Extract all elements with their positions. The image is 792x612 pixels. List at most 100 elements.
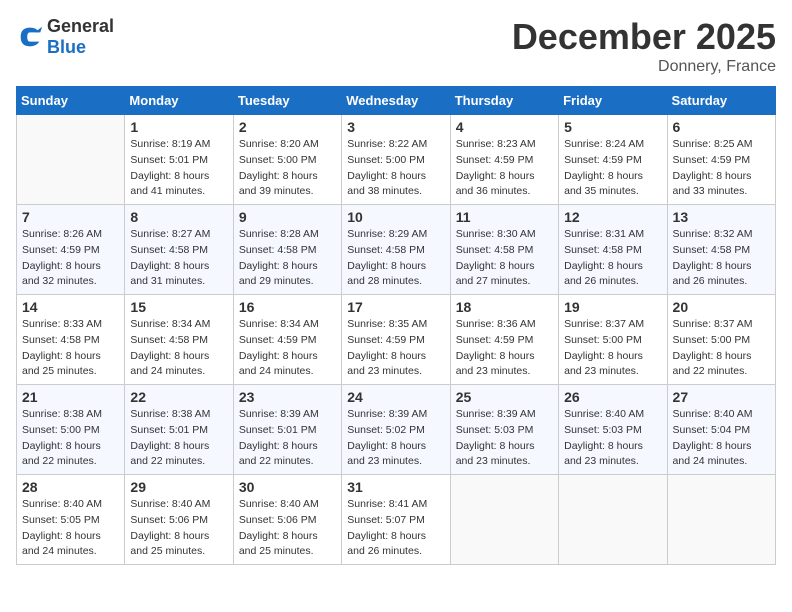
- day-number: 7: [22, 209, 119, 225]
- day-info: Sunrise: 8:40 AMSunset: 5:03 PMDaylight:…: [564, 407, 661, 470]
- day-number: 24: [347, 389, 444, 405]
- calendar-day-cell: 29Sunrise: 8:40 AMSunset: 5:06 PMDayligh…: [125, 475, 233, 565]
- calendar-week-row: 7 Sunrise: 8:26 AMSunset: 4:59 PMDaylight…: [17, 205, 776, 295]
- day-info: Sunrise: 8:26 AMSunset: 4:59 PMDaylight:…: [22, 227, 119, 290]
- day-info: Sunrise: 8:35 AMSunset: 4:59 PMDaylight:…: [347, 317, 444, 380]
- day-number: 26: [564, 389, 661, 405]
- calendar-day-cell: 23 Sunrise: 8:39 AMSunset: 5:01 PMDayligh…: [233, 385, 341, 475]
- calendar-week-row: 14 Sunrise: 8:33 AMSunset: 4:58 PMDayligh…: [17, 295, 776, 385]
- day-info: Sunrise: 8:20 AMSunset: 5:00 PMDaylight:…: [239, 137, 336, 200]
- calendar-day-cell: 1Sunrise: 8:19 AMSunset: 5:01 PMDaylight…: [125, 115, 233, 205]
- day-info: Sunrise: 8:39 AMSunset: 5:02 PMDaylight:…: [347, 407, 444, 470]
- day-info: Sunrise: 8:33 AMSunset: 4:58 PMDaylight:…: [22, 317, 119, 380]
- day-info: Sunrise: 8:40 AMSunset: 5:05 PMDaylight:…: [22, 497, 119, 560]
- calendar-day-cell: [450, 475, 558, 565]
- location-title: Donnery, France: [512, 58, 776, 76]
- calendar-day-cell: 13 Sunrise: 8:32 AMSunset: 4:58 PMDayligh…: [667, 205, 775, 295]
- day-info: Sunrise: 8:37 AMSunset: 5:00 PMDaylight:…: [673, 317, 770, 380]
- calendar-day-cell: 28 Sunrise: 8:40 AMSunset: 5:05 PMDayligh…: [17, 475, 125, 565]
- day-number: 21: [22, 389, 119, 405]
- calendar-table: SundayMondayTuesdayWednesdayThursdayFrid…: [16, 86, 776, 565]
- calendar-weekday-saturday: Saturday: [667, 87, 775, 115]
- day-number: 9: [239, 209, 336, 225]
- calendar-day-cell: 18 Sunrise: 8:36 AMSunset: 4:59 PMDayligh…: [450, 295, 558, 385]
- day-number: 10: [347, 209, 444, 225]
- calendar-day-cell: 7 Sunrise: 8:26 AMSunset: 4:59 PMDaylight…: [17, 205, 125, 295]
- day-number: 4: [456, 119, 553, 135]
- calendar-weekday-tuesday: Tuesday: [233, 87, 341, 115]
- day-info: Sunrise: 8:40 AMSunset: 5:06 PMDaylight:…: [239, 497, 336, 560]
- day-info: Sunrise: 8:23 AMSunset: 4:59 PMDaylight:…: [456, 137, 553, 200]
- calendar-day-cell: 16 Sunrise: 8:34 AMSunset: 4:59 PMDayligh…: [233, 295, 341, 385]
- calendar-day-cell: 9Sunrise: 8:28 AMSunset: 4:58 PMDaylight…: [233, 205, 341, 295]
- day-number: 23: [239, 389, 336, 405]
- calendar-day-cell: 14 Sunrise: 8:33 AMSunset: 4:58 PMDayligh…: [17, 295, 125, 385]
- day-info: Sunrise: 8:22 AMSunset: 5:00 PMDaylight:…: [347, 137, 444, 200]
- day-info: Sunrise: 8:38 AMSunset: 5:00 PMDaylight:…: [22, 407, 119, 470]
- logo-blue-text: Blue: [47, 37, 86, 57]
- calendar-day-cell: 24 Sunrise: 8:39 AMSunset: 5:02 PMDayligh…: [342, 385, 450, 475]
- calendar-weekday-wednesday: Wednesday: [342, 87, 450, 115]
- calendar-day-cell: 10 Sunrise: 8:29 AMSunset: 4:58 PMDayligh…: [342, 205, 450, 295]
- calendar-day-cell: 12Sunrise: 8:31 AMSunset: 4:58 PMDayligh…: [559, 205, 667, 295]
- day-number: 19: [564, 299, 661, 315]
- calendar-weekday-sunday: Sunday: [17, 87, 125, 115]
- calendar-day-cell: 27 Sunrise: 8:40 AMSunset: 5:04 PMDayligh…: [667, 385, 775, 475]
- day-info: Sunrise: 8:41 AMSunset: 5:07 PMDaylight:…: [347, 497, 444, 560]
- day-number: 28: [22, 479, 119, 495]
- day-info: Sunrise: 8:24 AMSunset: 4:59 PMDaylight:…: [564, 137, 661, 200]
- day-number: 2: [239, 119, 336, 135]
- day-number: 8: [130, 209, 227, 225]
- day-number: 16: [239, 299, 336, 315]
- day-number: 6: [673, 119, 770, 135]
- month-title: December 2025: [512, 16, 776, 58]
- calendar-day-cell: 25 Sunrise: 8:39 AMSunset: 5:03 PMDayligh…: [450, 385, 558, 475]
- day-number: 13: [673, 209, 770, 225]
- day-info: Sunrise: 8:39 AMSunset: 5:03 PMDaylight:…: [456, 407, 553, 470]
- day-number: 17: [347, 299, 444, 315]
- day-info: Sunrise: 8:31 AMSunset: 4:58 PMDaylight:…: [564, 227, 661, 290]
- calendar-day-cell: [667, 475, 775, 565]
- calendar-weekday-monday: Monday: [125, 87, 233, 115]
- calendar-week-row: 28 Sunrise: 8:40 AMSunset: 5:05 PMDayligh…: [17, 475, 776, 565]
- day-number: 22: [130, 389, 227, 405]
- calendar-week-row: 21 Sunrise: 8:38 AMSunset: 5:00 PMDayligh…: [17, 385, 776, 475]
- day-info: Sunrise: 8:40 AMSunset: 5:04 PMDaylight:…: [673, 407, 770, 470]
- page-header: General Blue December 2025 Donnery, Fran…: [16, 16, 776, 76]
- day-info: Sunrise: 8:27 AMSunset: 4:58 PMDaylight:…: [130, 227, 227, 290]
- calendar-day-cell: 11 Sunrise: 8:30 AMSunset: 4:58 PMDayligh…: [450, 205, 558, 295]
- title-section: December 2025 Donnery, France: [512, 16, 776, 76]
- calendar-week-row: 1Sunrise: 8:19 AMSunset: 5:01 PMDaylight…: [17, 115, 776, 205]
- day-info: Sunrise: 8:32 AMSunset: 4:58 PMDaylight:…: [673, 227, 770, 290]
- logo: General Blue: [16, 16, 114, 58]
- calendar-day-cell: 3 Sunrise: 8:22 AMSunset: 5:00 PMDaylight…: [342, 115, 450, 205]
- day-info: Sunrise: 8:29 AMSunset: 4:58 PMDaylight:…: [347, 227, 444, 290]
- day-number: 3: [347, 119, 444, 135]
- day-number: 15: [130, 299, 227, 315]
- day-number: 5: [564, 119, 661, 135]
- calendar-weekday-thursday: Thursday: [450, 87, 558, 115]
- day-number: 18: [456, 299, 553, 315]
- day-number: 14: [22, 299, 119, 315]
- day-number: 27: [673, 389, 770, 405]
- calendar-day-cell: 5 Sunrise: 8:24 AMSunset: 4:59 PMDaylight…: [559, 115, 667, 205]
- calendar-day-cell: 26 Sunrise: 8:40 AMSunset: 5:03 PMDayligh…: [559, 385, 667, 475]
- calendar-day-cell: 4 Sunrise: 8:23 AMSunset: 4:59 PMDaylight…: [450, 115, 558, 205]
- day-number: 11: [456, 209, 553, 225]
- calendar-day-cell: 19Sunrise: 8:37 AMSunset: 5:00 PMDayligh…: [559, 295, 667, 385]
- day-info: Sunrise: 8:30 AMSunset: 4:58 PMDaylight:…: [456, 227, 553, 290]
- day-info: Sunrise: 8:25 AMSunset: 4:59 PMDaylight:…: [673, 137, 770, 200]
- day-info: Sunrise: 8:34 AMSunset: 4:59 PMDaylight:…: [239, 317, 336, 380]
- day-info: Sunrise: 8:39 AMSunset: 5:01 PMDaylight:…: [239, 407, 336, 470]
- logo-icon: [16, 23, 44, 51]
- calendar-day-cell: 30Sunrise: 8:40 AMSunset: 5:06 PMDayligh…: [233, 475, 341, 565]
- day-info: Sunrise: 8:19 AMSunset: 5:01 PMDaylight:…: [130, 137, 227, 200]
- day-number: 25: [456, 389, 553, 405]
- calendar-day-cell: 6 Sunrise: 8:25 AMSunset: 4:59 PMDaylight…: [667, 115, 775, 205]
- calendar-weekday-friday: Friday: [559, 87, 667, 115]
- calendar-header-row: SundayMondayTuesdayWednesdayThursdayFrid…: [17, 87, 776, 115]
- calendar-day-cell: [17, 115, 125, 205]
- day-number: 31: [347, 479, 444, 495]
- day-info: Sunrise: 8:36 AMSunset: 4:59 PMDaylight:…: [456, 317, 553, 380]
- day-number: 29: [130, 479, 227, 495]
